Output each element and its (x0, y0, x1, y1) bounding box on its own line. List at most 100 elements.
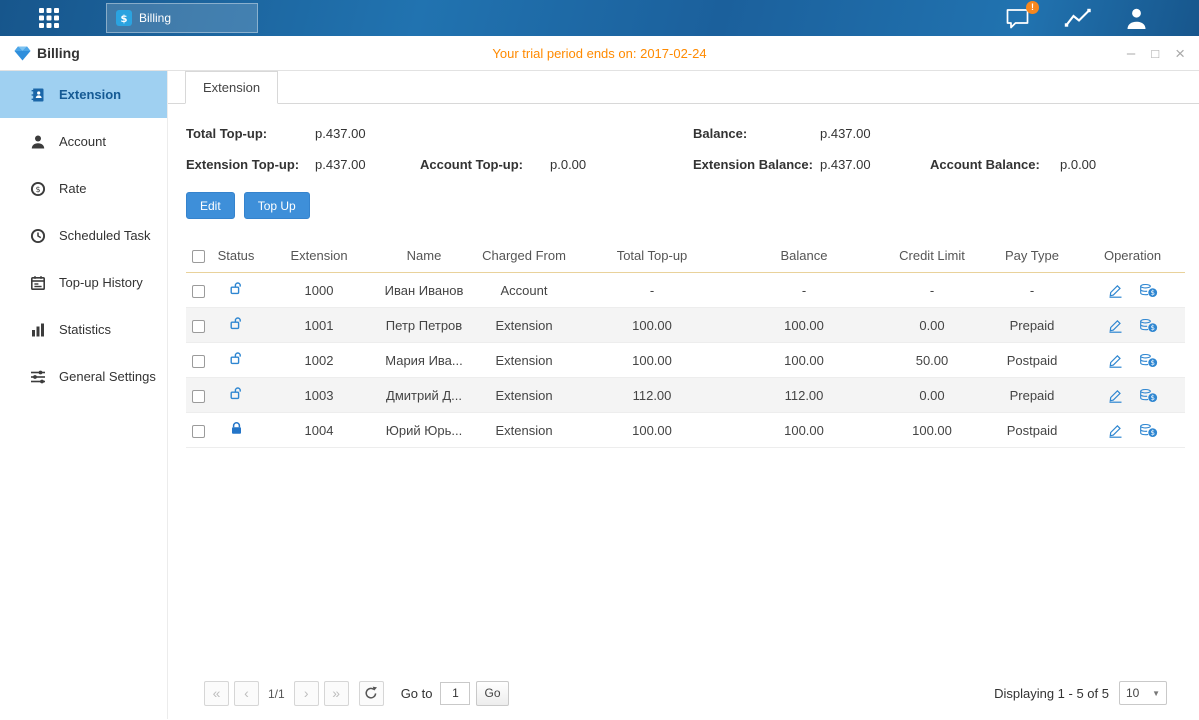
topup-coins-icon[interactable]: $ (1139, 423, 1158, 438)
goto-label: Go to (401, 686, 433, 701)
total-topup-cell: 100.00 (576, 423, 728, 438)
pagination-bar: « ‹ 1/1 › » Go to Go Displaying 1 - 5 o (186, 671, 1185, 719)
chevron-down-icon: ▼ (1152, 689, 1160, 698)
goto-page-input[interactable] (440, 682, 470, 705)
user-menu-button[interactable] (1124, 7, 1149, 30)
topbar-right: ! (1005, 7, 1149, 30)
sidebar-item-rate[interactable]: $ Rate (0, 165, 167, 212)
topup-coins-icon[interactable]: $ (1139, 283, 1158, 298)
row-checkbox[interactable] (192, 390, 205, 403)
edit-icon[interactable] (1108, 283, 1123, 298)
clock-icon (30, 228, 46, 244)
reports-button[interactable] (1064, 8, 1092, 29)
pay-type-cell: Postpaid (984, 423, 1080, 438)
unlocked-icon[interactable] (229, 316, 244, 331)
credit-limit-cell: 100.00 (880, 423, 984, 438)
extension-cell: 1001 (262, 318, 376, 333)
notifications-button[interactable]: ! (1005, 7, 1032, 30)
person-icon (30, 134, 46, 150)
topup-coins-icon[interactable]: $ (1139, 388, 1158, 403)
edit-icon[interactable] (1108, 423, 1123, 438)
sidebar-item-label: Top-up History (59, 275, 143, 290)
pay-type-cell: Postpaid (984, 353, 1080, 368)
summary-panel: Total Top-up: p.437.00 Balance: p.437.00… (186, 118, 1185, 180)
select-all-checkbox[interactable] (192, 250, 205, 263)
topbar-billing-tab-label: Billing (139, 11, 171, 25)
window-title: Billing (37, 45, 80, 61)
edit-icon[interactable] (1108, 388, 1123, 403)
edit-icon[interactable] (1108, 318, 1123, 333)
edit-button[interactable]: Edit (186, 192, 235, 219)
sidebar-item-topup-history[interactable]: Top-up History (0, 259, 167, 306)
col-credit-limit: Credit Limit (880, 248, 984, 263)
total-topup-cell: 100.00 (576, 318, 728, 333)
sidebar-item-statistics[interactable]: Statistics (0, 306, 167, 353)
col-extension: Extension (262, 248, 376, 263)
top-up-button[interactable]: Top Up (244, 192, 310, 219)
sidebar-item-scheduled-task[interactable]: Scheduled Task (0, 212, 167, 259)
unlocked-icon[interactable] (229, 281, 244, 296)
table-row: 1002Мария Ива...Extension100.00100.0050.… (186, 343, 1185, 378)
balance-label: Balance: (693, 126, 820, 141)
account-balance-label: Account Balance: (930, 157, 1060, 172)
extension-book-icon (30, 87, 46, 103)
topup-coins-icon[interactable]: $ (1139, 353, 1158, 368)
trial-notice: Your trial period ends on: 2017-02-24 (492, 46, 706, 61)
tab-extension[interactable]: Extension (185, 71, 278, 104)
total-topup-cell: 112.00 (576, 388, 728, 403)
col-operation: Operation (1080, 248, 1185, 263)
line-chart-icon (1064, 8, 1092, 29)
go-button[interactable]: Go (476, 681, 508, 706)
unlocked-icon[interactable] (229, 386, 244, 401)
pay-type-cell: Prepaid (984, 318, 1080, 333)
total-topup-cell: 100.00 (576, 353, 728, 368)
total-topup-label: Total Top-up: (186, 126, 315, 141)
extension-cell: 1002 (262, 353, 376, 368)
account-topup-value: p.0.00 (550, 157, 693, 172)
col-name: Name (376, 248, 472, 263)
refresh-button[interactable] (359, 681, 384, 706)
prev-page-button[interactable]: ‹ (234, 681, 259, 706)
sidebar-item-label: Scheduled Task (59, 228, 151, 243)
sidebar-item-account[interactable]: Account (0, 118, 167, 165)
pay-type-cell: - (984, 283, 1080, 298)
name-cell: Петр Петров (376, 318, 472, 333)
rate-dollar-circle-icon: $ (30, 181, 46, 197)
svg-text:$: $ (1150, 324, 1154, 332)
billing-gem-icon (14, 46, 31, 61)
sidebar-item-label: Account (59, 134, 106, 149)
tab-bar: Extension (168, 71, 1199, 104)
edit-icon[interactable] (1108, 353, 1123, 368)
row-checkbox[interactable] (192, 285, 205, 298)
page-size-select[interactable]: 10 ▼ (1119, 681, 1167, 705)
row-checkbox[interactable] (192, 425, 205, 438)
window-titlebar: Billing Your trial period ends on: 2017-… (0, 36, 1199, 71)
extension-balance-label: Extension Balance: (693, 157, 820, 172)
next-page-button[interactable]: › (294, 681, 319, 706)
table-row: 1000Иван ИвановAccount----$ (186, 273, 1185, 308)
bar-chart-icon (30, 322, 46, 338)
topbar-billing-tab[interactable]: $ Billing (106, 3, 258, 33)
topup-coins-icon[interactable]: $ (1139, 318, 1158, 333)
row-checkbox[interactable] (192, 320, 205, 333)
credit-limit-cell: 0.00 (880, 318, 984, 333)
minimize-button[interactable]: – (1127, 46, 1135, 61)
row-checkbox[interactable] (192, 355, 205, 368)
sidebar-item-extension[interactable]: Extension (0, 71, 167, 118)
credit-limit-cell: 0.00 (880, 388, 984, 403)
last-page-button[interactable]: » (324, 681, 349, 706)
svg-text:$: $ (1150, 394, 1154, 402)
locked-icon[interactable] (229, 421, 244, 436)
total-topup-value: p.437.00 (315, 126, 420, 141)
sidebar-item-general-settings[interactable]: General Settings (0, 353, 167, 400)
first-page-button[interactable]: « (204, 681, 229, 706)
charged-from-cell: Account (472, 283, 576, 298)
extension-balance-value: p.437.00 (820, 157, 930, 172)
maximize-button[interactable]: □ (1151, 47, 1159, 60)
unlocked-icon[interactable] (229, 351, 244, 366)
refresh-icon (364, 686, 378, 700)
close-button[interactable]: × (1175, 45, 1185, 62)
col-balance: Balance (728, 248, 880, 263)
col-charged-from: Charged From (472, 248, 576, 263)
app-launcher-button[interactable] (38, 7, 60, 29)
